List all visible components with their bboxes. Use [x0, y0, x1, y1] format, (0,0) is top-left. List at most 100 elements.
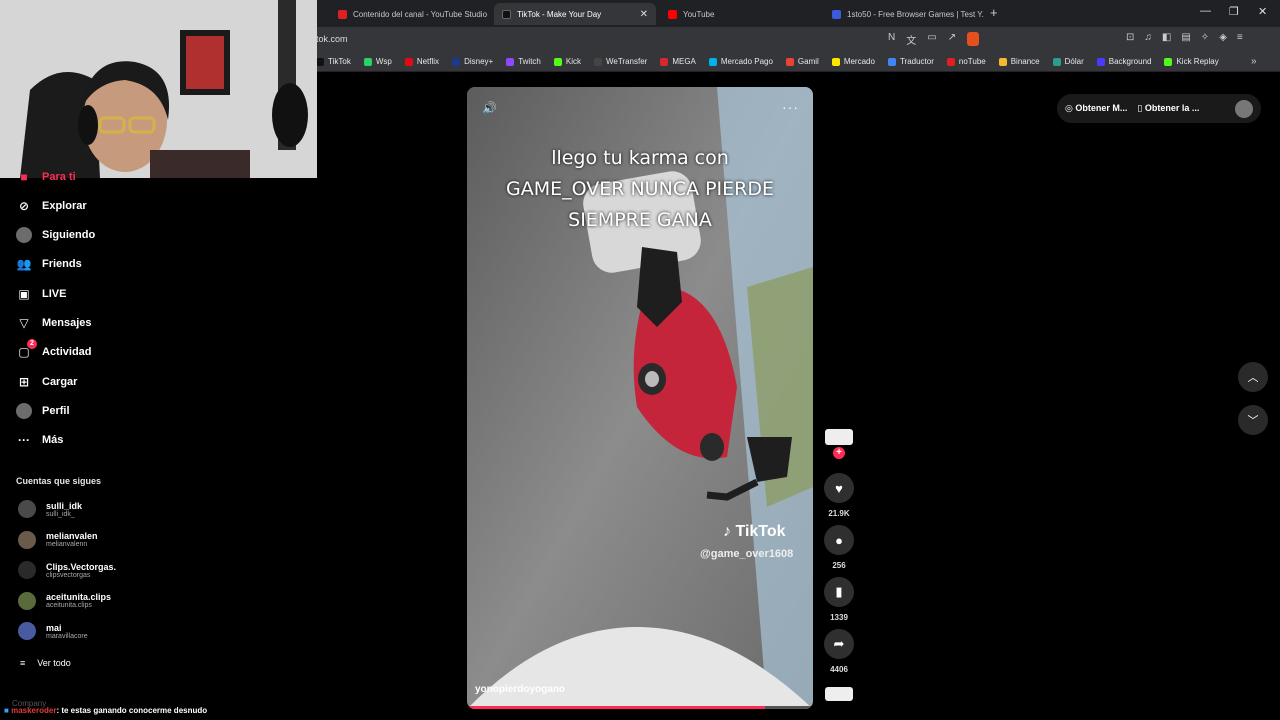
account-name: melianvalen	[46, 531, 98, 541]
user-avatar[interactable]	[1235, 99, 1253, 118]
bookmark-kick[interactable]: Kick	[553, 57, 581, 66]
sidebar-item-mensajes[interactable]: ▽ Mensajes	[16, 315, 92, 331]
bookmark-mercado-pago[interactable]: Mercado Pago	[708, 57, 773, 66]
brave-shield-icon[interactable]	[967, 32, 980, 46]
bookmark-disney-[interactable]: Disney+	[452, 57, 493, 66]
sidebar-item-m-s[interactable]: ··· Más	[16, 432, 63, 448]
webcam-overlay	[0, 0, 317, 178]
sidebar-item-label: Siguiendo	[42, 229, 96, 241]
next-creator-avatar[interactable]	[825, 687, 853, 701]
volume-icon[interactable]: 🔊	[482, 101, 497, 115]
more-options-icon[interactable]: ···	[782, 99, 799, 115]
minimize-icon[interactable]: —	[1200, 5, 1211, 17]
followed-account[interactable]: melianvalen melianvalenn	[18, 530, 98, 549]
sidebar-item-actividad[interactable]: ▢ 2 Actividad	[16, 339, 92, 360]
video-player[interactable]: 🔊 ··· llego tu karma con GAME_OVER NUNCA…	[467, 87, 813, 709]
bookmark-traductor[interactable]: Traductor	[887, 57, 934, 66]
sidebar-item-perfil[interactable]: Perfil	[16, 403, 70, 419]
get-app-label: Obtener la ...	[1144, 103, 1200, 113]
more-bookmarks-icon[interactable]: »	[1251, 56, 1257, 67]
comment-count: 256	[832, 561, 846, 570]
bookmark-wsp[interactable]: Wsp	[363, 57, 392, 66]
sidebar-item-live[interactable]: ▣ LIVE	[16, 286, 66, 302]
bookmark-favicon-icon	[316, 57, 324, 66]
vpn-icon[interactable]: ◈	[1219, 32, 1227, 43]
bookmark-label: TikTok	[328, 57, 351, 66]
bookmark-wetransfer[interactable]: WeTransfer	[593, 57, 647, 66]
bookmark-label: Mercado	[843, 57, 875, 66]
save-button[interactable]: ▮ 1339	[822, 577, 856, 622]
account-handle: melianvalenn	[46, 541, 88, 548]
account-handle: clipsvectorgas	[46, 571, 91, 579]
bookmark-favicon-icon	[363, 57, 372, 66]
bookmark-background[interactable]: Background	[1096, 57, 1152, 66]
bookmark-gamil[interactable]: Gamil	[785, 57, 819, 66]
leo-icon[interactable]: ✧	[1201, 32, 1209, 43]
sidebar-item-friends[interactable]: 👥 Friends	[16, 256, 82, 272]
url-field[interactable]: tok.com	[316, 34, 348, 44]
previous-video-button[interactable]: ︿	[1238, 362, 1268, 392]
sidebar-item-label: Más	[42, 434, 64, 446]
tab-1sto50[interactable]: 1sto50 - Free Browser Games | Test Y...	[824, 3, 984, 25]
creator-avatar[interactable]	[825, 429, 853, 445]
bookmark-label: Background	[1108, 57, 1152, 66]
media-icon[interactable]: ♫	[1144, 32, 1152, 43]
sidebar-item-siguiendo[interactable]: Siguiendo	[16, 227, 95, 243]
1sto50-favicon-icon	[832, 9, 841, 19]
new-tab-icon[interactable]: +	[990, 5, 998, 20]
chat-username: maskeroder	[11, 706, 57, 715]
notification-badge: 2	[27, 339, 37, 349]
sidebar-item-explorar[interactable]: ⊘ Explorar	[16, 198, 87, 214]
tab-youtube[interactable]: YouTube	[660, 3, 820, 25]
get-coins-button[interactable]: ◎ Obtener M...	[1065, 103, 1127, 114]
bookmark-mercado[interactable]: Mercado	[831, 57, 875, 66]
see-all-label: Ver todo	[37, 658, 71, 668]
sidebar-toggle-icon[interactable]: ◧	[1162, 32, 1171, 43]
wallet-icon[interactable]: ▤	[1181, 32, 1190, 43]
like-button[interactable]: ♥ 21.9K	[822, 473, 856, 518]
cast-icon[interactable]: ▭	[927, 32, 936, 47]
bookmark-notube[interactable]: noTube	[946, 57, 986, 66]
bookmark-kick-replay[interactable]: Kick Replay	[1164, 57, 1219, 66]
bookmark-label: Wsp	[375, 57, 392, 66]
bookmark-favicon-icon	[553, 57, 562, 66]
bookmark-twitch[interactable]: Twitch	[506, 57, 541, 66]
restore-icon[interactable]: ❐	[1229, 5, 1239, 18]
tab-tiktok[interactable]: TikTok - Make Your Day ✕	[494, 3, 656, 25]
sidebar-item-label: Mensajes	[42, 317, 92, 329]
followed-account[interactable]: mai maravillacore	[18, 622, 88, 640]
video-author[interactable]: yonopierdoyogano	[475, 684, 565, 695]
sidebar-item-cargar[interactable]: ⊞ Cargar	[16, 374, 78, 390]
bookmark-tiktok[interactable]: TikTok	[316, 57, 351, 66]
get-app-button[interactable]: ▯ Obtener la ...	[1137, 103, 1199, 114]
close-tab-icon[interactable]: ✕	[640, 9, 648, 20]
share-button[interactable]: ➦ 4406	[822, 629, 856, 674]
bookmark-binance[interactable]: Binance	[998, 57, 1040, 66]
comment-button[interactable]: ● 256	[822, 525, 856, 570]
followed-account[interactable]: sulli_idk sulli_idk_	[18, 500, 82, 518]
bookmark-mega[interactable]: MEGA	[660, 57, 696, 66]
menu-icon[interactable]: ≡	[1237, 32, 1243, 43]
notion-icon[interactable]: N	[888, 32, 895, 47]
sidebar-item-para-ti[interactable]: ■ Para ti	[16, 172, 75, 182]
youtube-studio-favicon-icon	[338, 9, 347, 19]
followed-account[interactable]: Clips.Vectorgas. clipsvectorgas	[18, 561, 116, 579]
bookmark-label: Kick Replay	[1176, 57, 1219, 66]
share-icon[interactable]: ↗	[948, 32, 956, 47]
tab-label: TikTok - Make Your Day	[517, 9, 602, 19]
bookmark-d-lar[interactable]: Dólar	[1052, 57, 1084, 66]
follow-plus-icon[interactable]: +	[833, 447, 845, 459]
account-name: aceitunita.clips	[46, 592, 112, 602]
video-progress-bar[interactable]	[467, 706, 813, 709]
close-window-icon[interactable]: ✕	[1258, 5, 1267, 18]
more-icon: ···	[18, 433, 30, 447]
friends-icon: 👥	[16, 257, 32, 271]
screenshot-icon[interactable]: ⊡	[1126, 32, 1134, 43]
bookmark-netflix[interactable]: Netflix	[404, 57, 439, 66]
see-all-link[interactable]: ≡ Ver todo	[20, 658, 71, 668]
translate-icon[interactable]: 文	[906, 32, 916, 47]
tab-youtube-studio[interactable]: Contenido del canal - YouTube Studio	[330, 3, 490, 25]
next-video-button[interactable]: ﹀	[1238, 405, 1268, 435]
account-name: sulli_idk	[46, 500, 83, 511]
followed-account[interactable]: aceitunita.clips aceitunita.clips	[18, 591, 112, 610]
